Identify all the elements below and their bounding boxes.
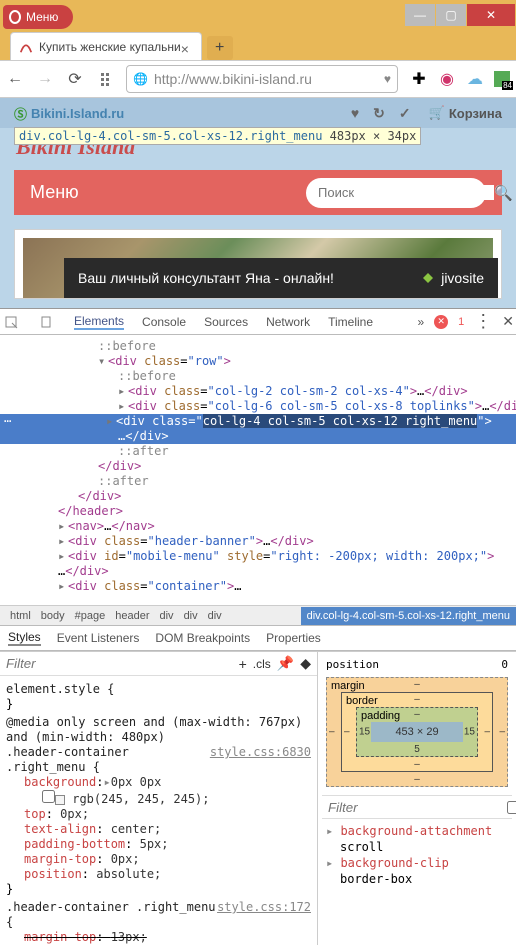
breadcrumb-item[interactable]: html (5, 610, 36, 622)
tab-network[interactable]: Network (266, 315, 310, 329)
jivosite-text: Ваш личный консультант Яна - онлайн! (78, 270, 334, 286)
maximize-button[interactable]: ▢ (436, 4, 466, 26)
url-input[interactable] (154, 71, 378, 87)
opera-menu-button[interactable]: Меню (3, 5, 73, 29)
cart-label: Корзина (449, 106, 502, 121)
puzzle-icon[interactable]: ✚ (410, 70, 428, 88)
cloud-icon[interactable]: ☁ (466, 70, 484, 88)
devtools-close-icon[interactable]: ✕ (502, 313, 514, 330)
close-button[interactable]: ✕ (467, 4, 515, 26)
styles-filter-row: + .cls 📌 ◆ (0, 652, 317, 676)
show-all-checkbox[interactable]: Show all (507, 795, 516, 819)
heart-icon[interactable]: ♥ (351, 105, 359, 122)
favicon-icon (19, 40, 33, 54)
reload-button[interactable]: ⟳ (66, 70, 84, 88)
subtab-breakpoints[interactable]: DOM Breakpoints (155, 631, 250, 645)
tab-title: Купить женские купальни (39, 40, 181, 54)
styles-filter-input[interactable] (6, 656, 233, 671)
tab-elements[interactable]: Elements (74, 314, 124, 330)
subtab-properties[interactable]: Properties (266, 631, 321, 645)
jivosite-logo: jivosite (421, 270, 484, 286)
subtab-listeners[interactable]: Event Listeners (57, 631, 140, 645)
badge-icon[interactable]: 84 (494, 71, 510, 87)
kebab-icon[interactable]: ⋮ (474, 311, 492, 332)
heart-icon[interactable]: ♥ (384, 72, 391, 86)
search-icon[interactable]: 🔍 (494, 184, 513, 202)
devtools-tabs: Elements Console Sources Network Timelin… (0, 309, 516, 335)
breadcrumb-item[interactable]: div (179, 610, 203, 622)
tab-close-icon[interactable]: × (181, 41, 193, 53)
cls-button[interactable]: .cls (253, 657, 271, 671)
prop-checkbox[interactable] (42, 790, 55, 803)
menu-label[interactable]: Меню (30, 182, 79, 203)
computed-list[interactable]: ▸ background-attachment scroll ▸ backgro… (322, 819, 512, 887)
breadcrumb-item[interactable]: body (36, 610, 70, 622)
box-model: margin –––– border –––– padding –51515 4… (326, 677, 508, 787)
more-tabs-icon[interactable]: » (417, 315, 424, 329)
skype-name: Bikini.Island.ru (31, 106, 124, 121)
new-tab-button[interactable]: + (207, 36, 233, 60)
styles-rules: + .cls 📌 ◆ element.style { } @media only… (0, 652, 318, 945)
window-controls: — ▢ ✕ (405, 4, 516, 26)
search-input[interactable] (318, 185, 494, 200)
globe-icon: 🌐 (133, 72, 148, 86)
skype-icon: Ⓢ (14, 104, 27, 123)
breadcrumb-item[interactable]: header (110, 610, 154, 622)
computed-filter-row: Show all (322, 795, 512, 819)
tab-timeline[interactable]: Timeline (328, 315, 373, 329)
page-topbar: Ⓢ Bikini.Island.ru ♥ ↻ ✓ 🛒 Корзина (0, 98, 516, 128)
breadcrumb-item[interactable]: div (155, 610, 179, 622)
error-badge[interactable]: ✕ (434, 315, 448, 329)
tab-bar: Купить женские купальни × + (0, 30, 516, 60)
new-rule-icon[interactable]: + (239, 656, 247, 672)
element-highlight-tooltip: div.col-lg-4.col-sm-5.col-xs-12.right_me… (14, 127, 421, 145)
address-bar: ← → ⟳ 🌐 ♥ ✚ ◉ ☁ 84 (0, 60, 516, 98)
tab-sources[interactable]: Sources (204, 315, 248, 329)
extension-icons: ✚ ◉ ☁ 84 (410, 70, 510, 88)
dom-breadcrumb: html body #page header div div div div.c… (0, 605, 516, 625)
dom-tree[interactable]: ::before ▾<div class="row"> ::before ▸<d… (0, 335, 516, 605)
forward-button[interactable]: → (36, 70, 54, 88)
url-input-wrapper: 🌐 ♥ (126, 65, 398, 93)
subtab-styles[interactable]: Styles (8, 630, 41, 646)
computed-panel: position0 margin –––– border –––– paddin… (318, 652, 516, 945)
titlebar: Меню — ▢ ✕ (0, 0, 516, 30)
pin-icon[interactable]: 📌 (277, 655, 294, 672)
selected-dom-node[interactable]: ⋯▸<div class="col-lg-4 col-sm-5 col-xs-1… (0, 414, 516, 429)
page-viewport: Ⓢ Bikini.Island.ru ♥ ↻ ✓ 🛒 Корзина div.c… (0, 98, 516, 308)
breadcrumb-item[interactable]: #page (70, 610, 111, 622)
search-wrapper: 🔍 (306, 178, 486, 208)
position-row: position0 (322, 656, 512, 673)
jivosite-bar[interactable]: Ваш личный консультант Яна - онлайн! jiv… (64, 258, 498, 298)
styles-panel: + .cls 📌 ◆ element.style { } @media only… (0, 651, 516, 945)
inspect-icon[interactable] (2, 313, 20, 331)
menu-bar: Меню 🔍 (14, 170, 502, 215)
browser-tab[interactable]: Купить женские купальни × (10, 32, 202, 60)
styles-content[interactable]: element.style { } @media only screen and… (0, 676, 317, 945)
cart-icon[interactable]: 🛒 Корзина (429, 105, 502, 121)
check-icon[interactable]: ✓ (399, 105, 411, 122)
tag-icon[interactable]: ◆ (300, 655, 311, 672)
opera-menu-label: Меню (26, 10, 58, 24)
eye-icon[interactable]: ◉ (438, 70, 456, 88)
speed-dial-icon[interactable] (96, 70, 114, 88)
devtools: Elements Console Sources Network Timelin… (0, 308, 516, 945)
box-content: 453 × 29 (371, 722, 463, 742)
cart-glyph-icon: 🛒 (429, 105, 445, 121)
back-button[interactable]: ← (6, 70, 24, 88)
device-icon[interactable] (38, 313, 56, 331)
minimize-button[interactable]: — (405, 4, 435, 26)
computed-filter-input[interactable] (328, 800, 507, 815)
breadcrumb-item[interactable]: div (203, 610, 227, 622)
tab-console[interactable]: Console (142, 315, 186, 329)
refresh-icon[interactable]: ↻ (373, 105, 385, 122)
breadcrumb-current[interactable]: div.col-lg-4.col-sm-5.col-xs-12.right_me… (301, 607, 516, 625)
styles-subtabs: Styles Event Listeners DOM Breakpoints P… (0, 625, 516, 651)
